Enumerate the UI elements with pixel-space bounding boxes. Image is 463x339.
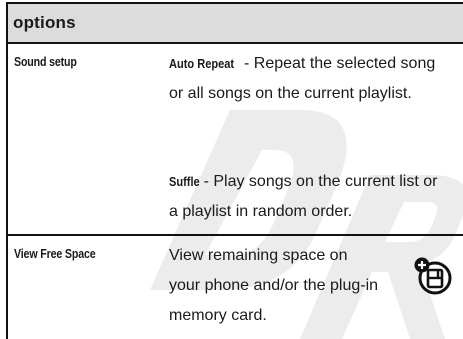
- option-term: Auto Repeat: [169, 56, 235, 71]
- option-name: Sound setup: [14, 54, 77, 69]
- options-table: options Sound setup Auto Repeat - Repeat…: [6, 2, 463, 339]
- table-row-view-free-space: View Free Space View remaining space on …: [6, 236, 463, 339]
- table-header-title: options: [13, 13, 76, 32]
- table-row-sound-setup: Sound setup Auto Repeat - Repeat the sel…: [6, 44, 463, 234]
- option-description: Suffle - Play songs on the current list …: [169, 167, 444, 227]
- memory-card-feature-icon: [414, 257, 452, 295]
- option-term-text: - Play songs on the current list or a pl…: [169, 173, 438, 220]
- option-term: Suffle: [169, 174, 200, 189]
- table-header: options: [6, 2, 463, 42]
- option-description: Auto Repeat - Repeat the selected song o…: [169, 49, 444, 109]
- option-name: View Free Space: [14, 246, 96, 261]
- option-description: View remaining space on your phone and/o…: [169, 247, 379, 324]
